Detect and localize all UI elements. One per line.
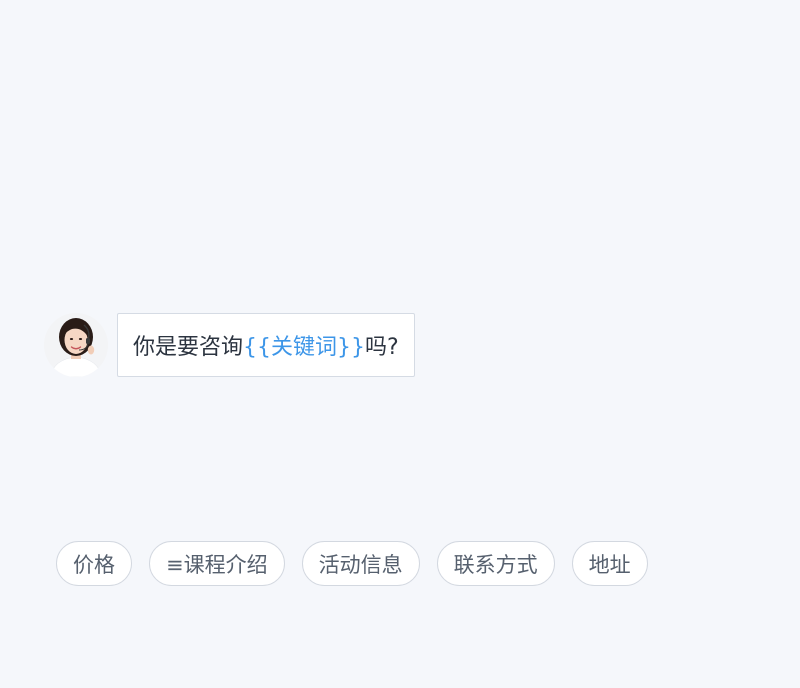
quick-reply-course-intro-button[interactable]: ≡课程介绍 [149,541,285,586]
message-suffix-text: 吗? [365,335,399,360]
quick-reply-activity-info-button[interactable]: 活动信息 [301,541,420,586]
message-prefix-text: 你是要咨询 [133,335,244,360]
message-keyword-text: {{关键词}} [243,335,366,360]
quick-reply-list: 价格 ≡课程介绍 活动信息 联系方式 地址 [56,541,665,586]
quick-reply-address-button[interactable]: 地址 [571,541,648,586]
quick-reply-contact-button[interactable]: 联系方式 [436,541,555,586]
agent-avatar-icon [44,313,108,377]
message-bubble: 你是要咨询 {{关键词}} 吗? [117,313,415,377]
quick-reply-price-button[interactable]: 价格 [56,541,132,586]
bot-message-row: 你是要咨询 {{关键词}} 吗? [44,313,415,377]
